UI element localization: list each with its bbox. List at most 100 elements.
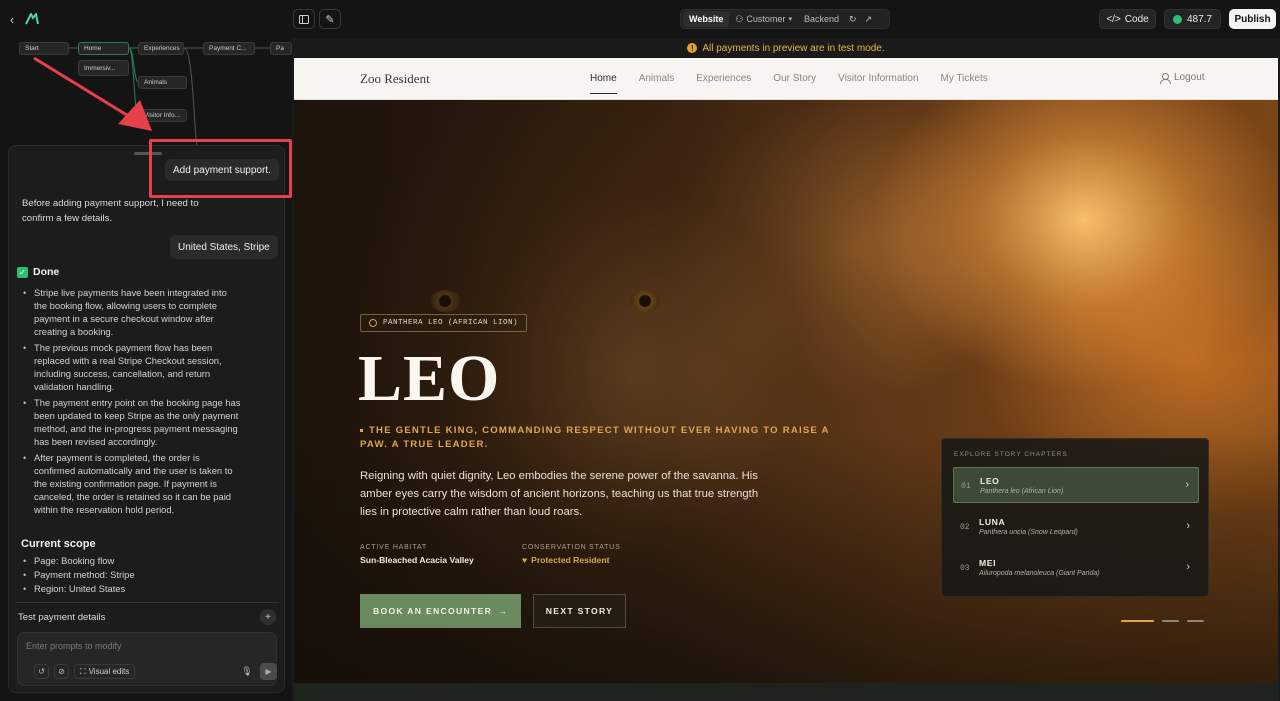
flow-node[interactable]: Immersiv... bbox=[78, 60, 129, 76]
logout-label: Logout bbox=[1174, 72, 1205, 83]
check-icon: ✓ bbox=[17, 266, 28, 278]
chapter-name: MEI bbox=[979, 558, 997, 568]
visual-edit-pen-icon[interactable]: ✎ bbox=[319, 9, 341, 29]
list-item: After payment is completed, the order is… bbox=[22, 451, 242, 516]
book-label: BOOK AN ENCOUNTER bbox=[372, 606, 493, 616]
book-encounter-button[interactable]: BOOK AN ENCOUNTER → bbox=[360, 594, 521, 628]
nav-links: Home Animals Experiences Our Story Visit… bbox=[590, 73, 988, 94]
done-label: Done bbox=[33, 266, 60, 278]
flow-node[interactable]: Home bbox=[78, 42, 129, 55]
role-select-customer[interactable]: ⚇ Customer ▾ bbox=[729, 11, 798, 27]
chat-panel: Add payment support. Before adding payme… bbox=[8, 145, 285, 693]
hero-tagline: THE GENTLE KING, COMMANDING RESPECT WITH… bbox=[360, 424, 830, 452]
chapters-heading: EXPLORE STORY CHAPTERS bbox=[954, 451, 1068, 458]
role-label: Customer bbox=[746, 14, 786, 24]
chapter-subtitle: Panthera uncia (Snow Leopard) bbox=[979, 529, 1078, 536]
prompt-input[interactable] bbox=[26, 639, 266, 653]
nav-visitor-information[interactable]: Visitor Information bbox=[838, 73, 918, 94]
send-button[interactable]: ▶ bbox=[260, 663, 277, 680]
chapter-item-leo[interactable]: 01 LEO Panthera leo (African Lion) › bbox=[953, 467, 1199, 503]
hero-title: LEO bbox=[358, 342, 501, 415]
logout-button[interactable]: Logout bbox=[1160, 72, 1205, 84]
nav-my-tickets[interactable]: My Tickets bbox=[941, 73, 988, 94]
nav-animals[interactable]: Animals bbox=[639, 73, 675, 94]
tab-backend[interactable]: Backend bbox=[798, 11, 845, 27]
species-tag: PANTHERA LEO (AFRICAN LION) bbox=[360, 314, 528, 332]
expand-plus-icon[interactable]: + bbox=[260, 609, 276, 625]
species-label: PANTHERA LEO (AFRICAN LION) bbox=[383, 319, 519, 327]
preview-frame: ! All payments in preview are in test mo… bbox=[292, 38, 1280, 701]
chevron-down-icon: ▾ bbox=[788, 16, 792, 23]
visual-edits-label: Visual edits bbox=[88, 667, 130, 676]
nav-experiences[interactable]: Experiences bbox=[696, 73, 751, 94]
tab-website[interactable]: Website bbox=[683, 11, 730, 27]
flow-node[interactable]: Payment C... bbox=[203, 42, 255, 55]
list-item: Stripe live payments have been integrate… bbox=[22, 286, 242, 338]
select-frame-icon: ⛶ bbox=[80, 666, 86, 676]
slide-dot[interactable] bbox=[1162, 620, 1179, 622]
user-icon: ⚇ bbox=[735, 13, 744, 24]
story-chapters-panel: EXPLORE STORY CHAPTERS 01 LEO Panthera l… bbox=[941, 438, 1209, 597]
flow-node[interactable]: Experiences bbox=[138, 42, 184, 55]
annotation-highlight-box bbox=[149, 139, 292, 198]
open-external-icon[interactable]: ↗ bbox=[861, 11, 877, 27]
habitat-value: Sun-Bleached Acacia Valley bbox=[360, 555, 474, 565]
chevron-right-icon: › bbox=[1185, 479, 1189, 491]
chapter-number: 03 bbox=[960, 564, 970, 573]
tagline-text: THE GENTLE KING, COMMANDING RESPECT WITH… bbox=[360, 425, 830, 450]
next-story-button[interactable]: NEXT STORY bbox=[533, 594, 626, 628]
test-payment-details-link[interactable]: Test payment details bbox=[18, 612, 105, 623]
chapter-item-luna[interactable]: 02 LUNA Panthera uncia (Snow Leopard) › bbox=[953, 509, 1199, 545]
slide-dot[interactable] bbox=[1187, 620, 1204, 622]
credits-badge[interactable]: 487.7 bbox=[1164, 9, 1221, 29]
habitat-label: ACTIVE HABITAT bbox=[360, 544, 427, 551]
publish-button[interactable]: Publish bbox=[1229, 9, 1276, 29]
status-label: CONSERVATION STATUS bbox=[522, 544, 621, 551]
slide-indicators bbox=[1121, 620, 1204, 622]
chapter-item-mei[interactable]: 03 MEI Ailuropoda melanoleuca (Giant Pan… bbox=[953, 550, 1199, 586]
visual-edits-button[interactable]: ⛶ Visual edits bbox=[74, 664, 136, 679]
list-item: Page: Booking flow bbox=[22, 554, 135, 568]
test-mode-banner: ! All payments in preview are in test mo… bbox=[292, 38, 1280, 58]
list-item: The payment entry point on the booking p… bbox=[22, 396, 242, 448]
flow-node[interactable]: Visitor Info... bbox=[138, 109, 187, 122]
chapter-subtitle: Panthera leo (African Lion) bbox=[980, 488, 1064, 495]
nav-home[interactable]: Home bbox=[590, 73, 617, 94]
flow-node[interactable]: Animals bbox=[138, 76, 187, 89]
heart-icon: ♥ bbox=[522, 555, 528, 565]
chapter-name: LUNA bbox=[979, 517, 1006, 527]
code-label: Code bbox=[1124, 13, 1149, 25]
nav-our-story[interactable]: Our Story bbox=[773, 73, 816, 94]
list-item: Region: United States bbox=[22, 582, 135, 596]
page-flow-map[interactable]: Start Home Experiences Immersiv... Anima… bbox=[0, 38, 292, 148]
chapter-number: 02 bbox=[960, 523, 970, 532]
app-logo-icon[interactable] bbox=[22, 9, 42, 29]
flow-node[interactable]: Pa bbox=[270, 42, 292, 55]
status-value: ♥ Protected Resident bbox=[522, 555, 609, 565]
microphone-icon[interactable]: 🎙 bbox=[240, 664, 254, 679]
prompt-box: ↺ ⊘ ⛶ Visual edits 🎙 ▶ bbox=[17, 632, 277, 686]
site-logo[interactable]: Zoo Resident bbox=[360, 71, 430, 87]
scope-list: Page: Booking flow Payment method: Strip… bbox=[22, 554, 135, 596]
view-switcher: Website ⚇ Customer ▾ Backend ↻ ↗ bbox=[680, 9, 890, 29]
flow-node[interactable]: Start bbox=[19, 42, 69, 55]
left-panel: Start Home Experiences Immersiv... Anima… bbox=[0, 38, 292, 701]
chapter-number: 01 bbox=[961, 482, 971, 491]
site-nav: Zoo Resident Home Animals Experiences Ou… bbox=[294, 58, 1278, 100]
code-button[interactable]: </> Code bbox=[1099, 9, 1156, 29]
credits-icon bbox=[1172, 14, 1182, 24]
chevron-right-icon: › bbox=[1186, 561, 1190, 573]
hero-description: Reigning with quiet dignity, Leo embodie… bbox=[360, 470, 759, 518]
divider bbox=[15, 602, 279, 603]
refresh-icon[interactable]: ↻ bbox=[845, 11, 861, 27]
change-summary-list: Stripe live payments have been integrate… bbox=[22, 286, 242, 519]
list-item: Payment method: Stripe bbox=[22, 568, 135, 582]
sidebar-toggle-icon[interactable] bbox=[293, 9, 315, 29]
attach-icon[interactable]: ⊘ bbox=[54, 664, 69, 679]
bullet-dot bbox=[360, 428, 363, 432]
user-message: United States, Stripe bbox=[170, 235, 278, 259]
history-icon[interactable]: ↺ bbox=[34, 664, 49, 679]
back-chevron-icon[interactable]: ‹ bbox=[2, 9, 22, 29]
warning-icon: ! bbox=[687, 43, 698, 53]
slide-dot-active[interactable] bbox=[1121, 620, 1154, 622]
